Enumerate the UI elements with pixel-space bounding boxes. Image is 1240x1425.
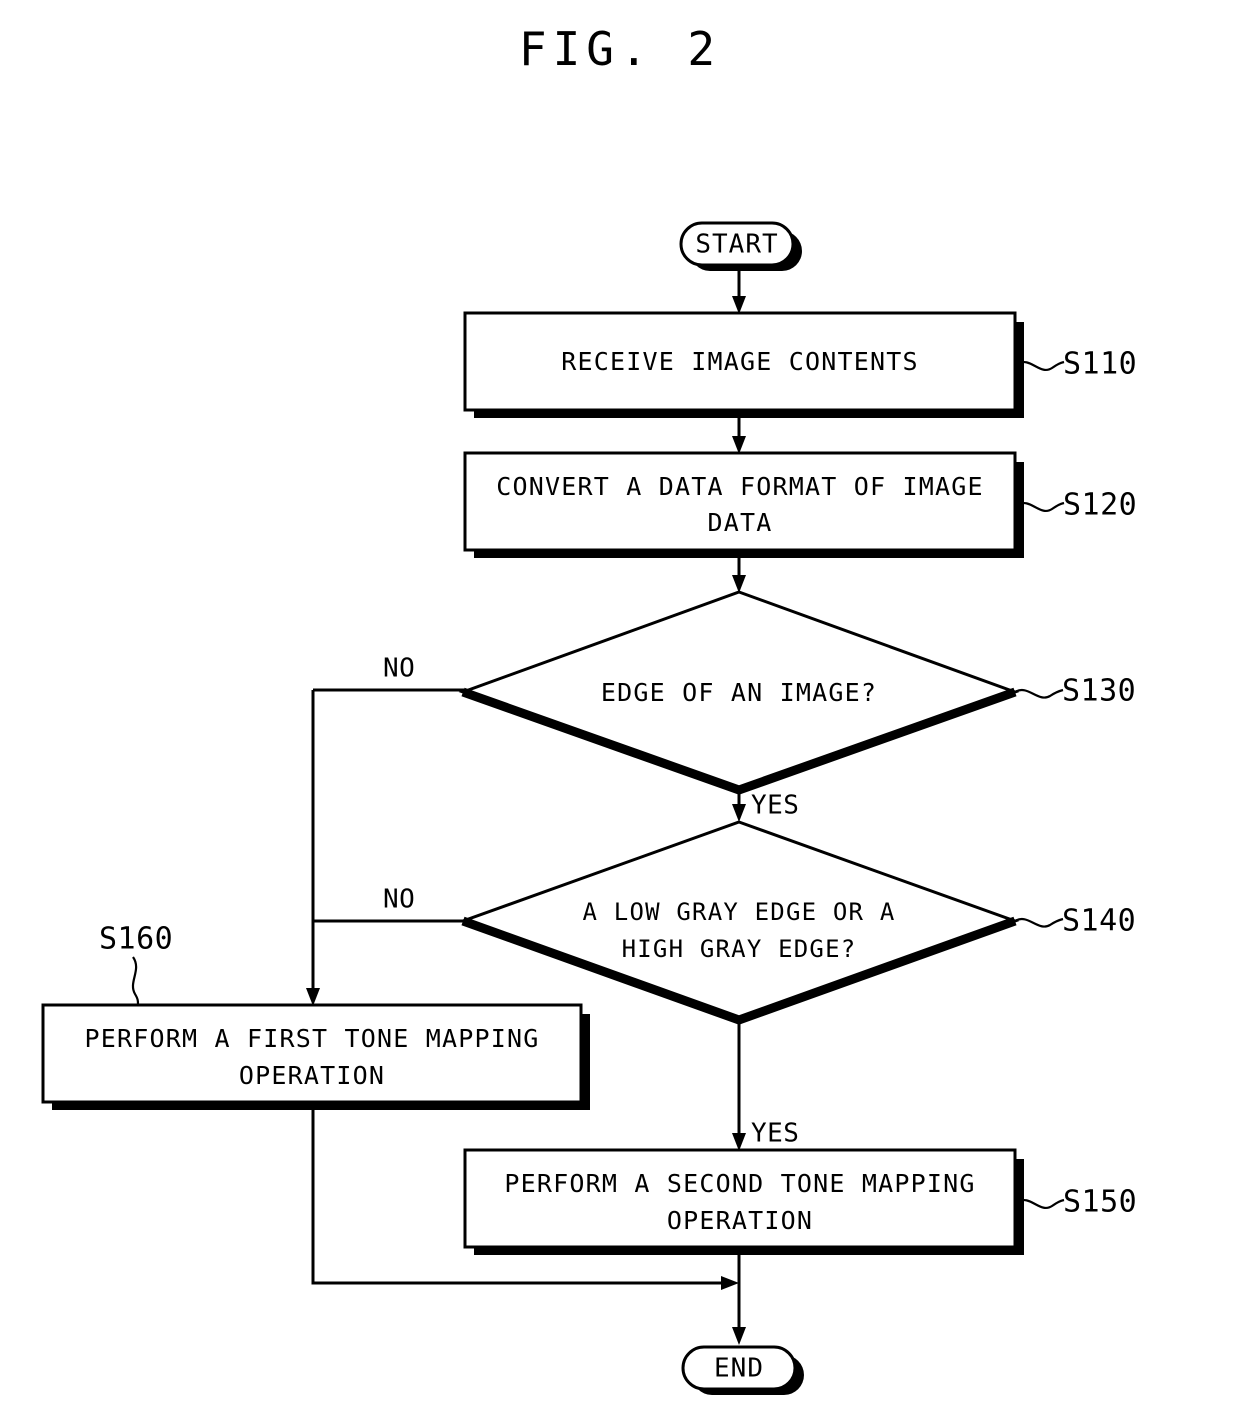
node-s120-label-line1: CONVERT A DATA FORMAT OF IMAGE	[496, 472, 984, 501]
ref-leader-s110	[1017, 360, 1065, 371]
node-s140[interactable]: A LOW GRAY EDGE OR A HIGH GRAY EDGE?	[458, 820, 1020, 1025]
node-s160[interactable]: PERFORM A FIRST TONE MAPPING OPERATION	[41, 1003, 590, 1110]
ref-label-s120: S120	[1063, 488, 1137, 523]
node-s120-label-line2: DATA	[707, 508, 772, 537]
flowchart-canvas: START RECEIVE IMAGE CONTENTS S110 CONVER…	[41, 221, 1137, 1395]
ref-leader-s130	[1014, 688, 1064, 699]
ref-label-s130: S130	[1062, 674, 1136, 709]
node-s140-label-line1: A LOW GRAY EDGE OR A	[583, 898, 896, 926]
node-s120[interactable]: CONVERT A DATA FORMAT OF IMAGE DATA	[463, 451, 1024, 558]
figure-page: FIG. 2 START RECEIVE IMAGE CONTENTS S110…	[0, 0, 1240, 1425]
node-start-label: START	[695, 230, 778, 260]
ref-leader-s120	[1017, 501, 1065, 512]
node-end-label: END	[714, 1354, 764, 1384]
node-start[interactable]: START	[679, 221, 802, 271]
node-s140-label-line2: HIGH GRAY EDGE?	[622, 935, 857, 963]
node-s110-label: RECEIVE IMAGE CONTENTS	[561, 347, 919, 376]
node-s150-label-line1: PERFORM A SECOND TONE MAPPING	[504, 1169, 975, 1198]
branch-label-s130-yes: YES	[751, 791, 799, 821]
node-s160-label-line2: OPERATION	[239, 1061, 385, 1090]
left-rail-to-s160	[306, 690, 320, 1006]
ref-leader-s150	[1017, 1198, 1065, 1209]
branch-label-s140-no: NO	[383, 885, 415, 915]
node-s110[interactable]: RECEIVE IMAGE CONTENTS	[463, 311, 1024, 418]
node-s150-label-line2: OPERATION	[667, 1206, 813, 1235]
edge-s130-yes-to-s140	[732, 791, 746, 822]
edge-s110-to-s120	[732, 414, 746, 454]
edge-s120-to-s130	[732, 557, 746, 593]
edge-s150-to-end	[732, 1254, 746, 1345]
node-s160-label-line1: PERFORM A FIRST TONE MAPPING	[84, 1024, 539, 1053]
node-end[interactable]: END	[681, 1345, 804, 1395]
node-s130-label: EDGE OF AN IMAGE?	[601, 678, 877, 707]
edge-start-to-s110	[732, 266, 746, 314]
ref-label-s150: S150	[1063, 1185, 1137, 1220]
node-s130[interactable]: EDGE OF AN IMAGE?	[458, 590, 1020, 795]
branch-label-s130-no: NO	[383, 654, 415, 684]
edge-s140-yes-to-s150	[732, 1021, 746, 1151]
ref-label-s110: S110	[1063, 347, 1137, 382]
ref-label-s160: S160	[99, 922, 173, 957]
ref-leader-s140	[1014, 917, 1064, 928]
ref-leader-s160	[131, 956, 140, 1005]
branch-label-s140-yes: YES	[751, 1119, 799, 1149]
node-s150[interactable]: PERFORM A SECOND TONE MAPPING OPERATION	[463, 1148, 1024, 1255]
ref-label-s140: S140	[1062, 904, 1136, 939]
